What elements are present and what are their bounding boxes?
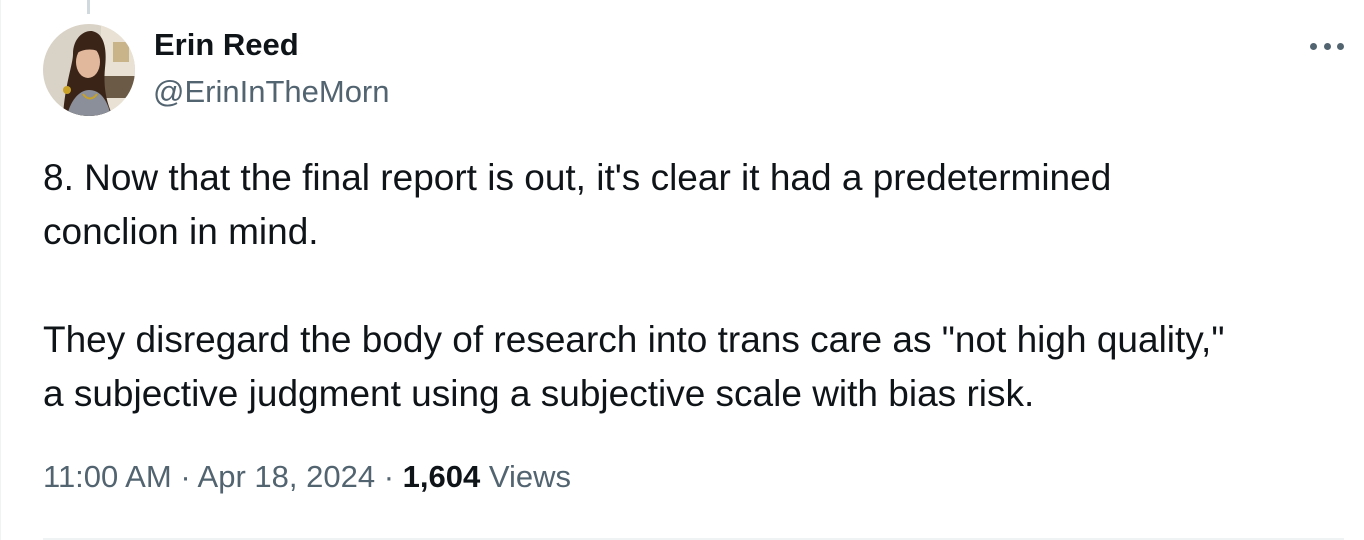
- tweet-metadata: 11:00 AM · Apr 18, 2024 · 1,604 Views: [43, 457, 571, 497]
- author-name[interactable]: Erin Reed: [154, 26, 299, 64]
- tweet-text-line: They disregard the body of research into…: [43, 319, 1225, 360]
- tweet-date[interactable]: Apr 18, 2024: [198, 459, 376, 494]
- views-count[interactable]: 1,604: [403, 459, 481, 494]
- author-handle[interactable]: @ErinInTheMorn: [153, 73, 390, 111]
- avatar[interactable]: [43, 24, 135, 116]
- more-horizontal-icon-dot: [1323, 42, 1331, 50]
- views-label[interactable]: Views: [489, 459, 571, 494]
- meta-separator: ·: [383, 459, 395, 494]
- more-options-button[interactable]: [1310, 36, 1344, 56]
- tweet-time[interactable]: 11:00 AM: [43, 459, 172, 494]
- profile-photo-image: [43, 24, 135, 116]
- tweet-text-line: a subjective judgment using a subjective…: [43, 373, 1035, 414]
- tweet-card: Erin Reed @ErinInTheMorn 8. Now that the…: [0, 0, 1364, 540]
- tweet-text: 8. Now that the final report is out, it'…: [43, 151, 1343, 421]
- more-horizontal-icon: [1310, 42, 1317, 50]
- meta-separator: ·: [180, 459, 191, 494]
- more-horizontal-icon-dot: [1337, 42, 1344, 50]
- tweet-text-line: 8. Now that the final report is out, it'…: [43, 157, 1112, 198]
- tweet-text-line: conclion in mind.: [43, 211, 319, 252]
- thread-connector-line: [87, 0, 90, 14]
